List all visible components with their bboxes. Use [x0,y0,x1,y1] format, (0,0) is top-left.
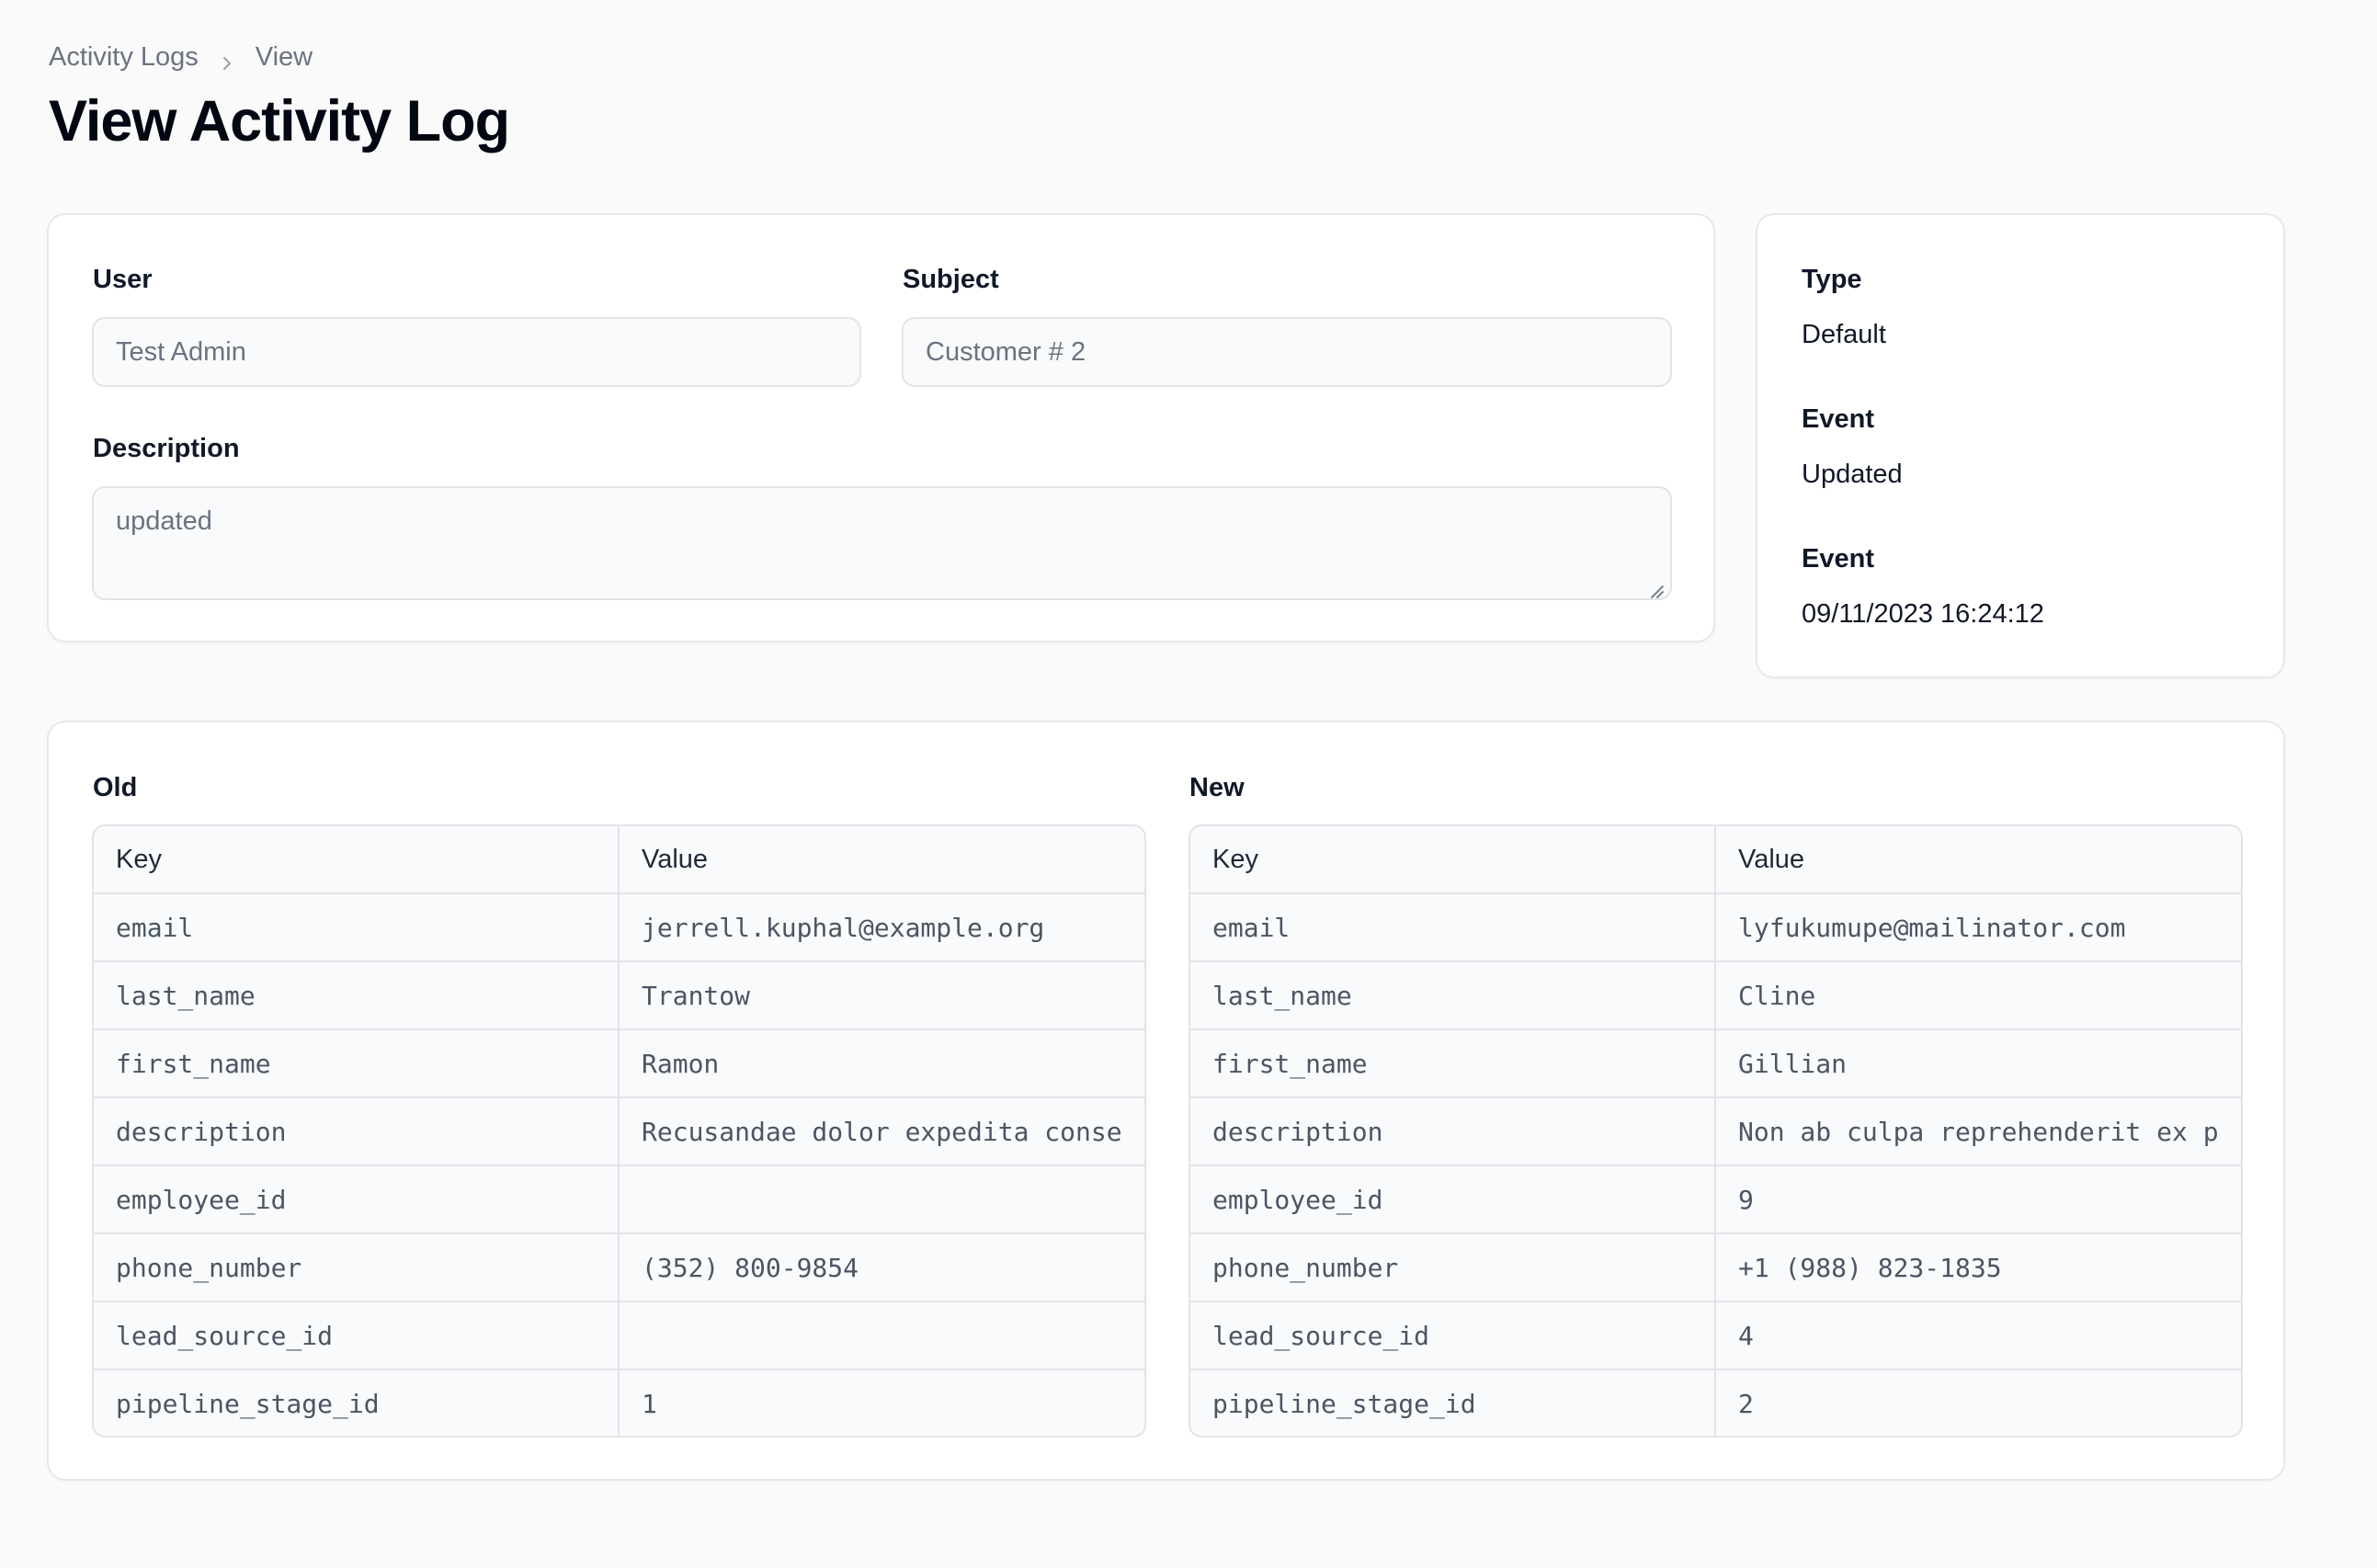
row-value [620,1166,1144,1233]
row-key: phone_number [94,1234,620,1301]
table-row: description Recusandae dolor expedita con… [94,1096,1144,1165]
row-key: pipeline_stage_id [94,1370,620,1436]
description-textarea[interactable]: updated [92,486,1672,600]
activity-details-card: Type Default Event Updated Event 09/11/2… [1756,213,2285,678]
old-values-label: Old [93,773,138,802]
description-label: Description [93,434,240,463]
table-header-row: Key Value [1190,826,2241,892]
row-key: employee_id [94,1166,620,1233]
table-row: description Non ab culpa reprehenderit ex… [1190,1096,2241,1165]
row-value: Non ab culpa reprehenderit ex p [1738,1116,2219,1147]
activity-main-card: User Test Admin Subject Customer # 2 Des… [47,213,1715,642]
row-value: 4 [1738,1320,1754,1351]
new-values-table: Key Value email lyfukumupe@mailinator.com… [1188,824,2243,1437]
row-key: email [1190,894,1716,960]
value-column-header: Value [642,844,709,874]
type-value: Default [1802,320,1886,349]
key-column-header: Key [1190,826,1716,892]
event-label: Event [1802,404,1874,434]
table-row: last_name Trantow [94,960,1144,1028]
table-row: phone_number +1 (988) 823-1835 [1190,1233,2241,1301]
table-row: phone_number (352) 800-9854 [94,1233,1144,1301]
value-column-header: Value [1738,844,1805,874]
row-key: last_name [94,962,620,1028]
chevron-right-icon [219,49,235,71]
breadcrumb: Activity Logs View [49,40,313,74]
row-key: first_name [94,1030,620,1096]
table-row: employee_id 9 [1190,1165,2241,1233]
row-value: Recusandae dolor expedita conse [642,1116,1122,1147]
description-value: updated [116,506,212,536]
event-date-value: 09/11/2023 16:24:12 [1802,599,2044,629]
properties-card: Old Key Value email jerrell.kuphal@exampl… [47,721,2285,1481]
table-row: email lyfukumupe@mailinator.com [1190,892,2241,960]
row-value: +1 (988) 823-1835 [1738,1252,2002,1283]
row-key: lead_source_id [94,1302,620,1369]
user-label: User [93,265,153,294]
row-key: phone_number [1190,1234,1716,1301]
activity-log-view-page: Activity Logs View View Activity Log Use… [0,0,2377,1568]
resize-handle-icon[interactable] [1648,576,1665,598]
subject-field[interactable]: Customer # 2 [902,317,1672,387]
event-value: Updated [1802,460,1903,489]
user-field[interactable]: Test Admin [92,317,861,387]
row-value: Cline [1738,980,1816,1011]
table-row: last_name Cline [1190,960,2241,1028]
row-value: Ramon [642,1048,720,1079]
table-row: pipeline_stage_id 1 [94,1369,1144,1436]
table-row: first_name Ramon [94,1028,1144,1096]
row-key: email [94,894,620,960]
table-row: employee_id [94,1165,1144,1233]
breadcrumb-current: View [255,41,313,72]
subject-field-value: Customer # 2 [926,336,1086,367]
table-header-row: Key Value [94,826,1144,892]
row-value: 9 [1738,1184,1754,1215]
type-label: Type [1802,265,1862,294]
user-field-value: Test Admin [116,336,246,367]
table-row: first_name Gillian [1190,1028,2241,1096]
row-key: first_name [1190,1030,1716,1096]
row-key: employee_id [1190,1166,1716,1233]
row-value: lyfukumupe@mailinator.com [1738,912,2126,943]
row-value: Gillian [1738,1048,1848,1079]
table-row: lead_source_id 4 [1190,1301,2241,1369]
event-date-label: Event [1802,544,1874,574]
row-key: description [1190,1098,1716,1165]
row-value: jerrell.kuphal@example.org [642,912,1045,943]
table-row: email jerrell.kuphal@example.org [94,892,1144,960]
row-key: last_name [1190,962,1716,1028]
row-key: description [94,1098,620,1165]
row-value: (352) 800-9854 [642,1252,859,1283]
breadcrumb-activity-logs-link[interactable]: Activity Logs [49,42,199,73]
row-value: 1 [642,1388,657,1419]
old-values-table: Key Value email jerrell.kuphal@example.or… [92,824,1146,1437]
table-row: pipeline_stage_id 2 [1190,1369,2241,1436]
row-value [620,1302,1144,1369]
new-values-label: New [1189,773,1245,802]
subject-label: Subject [903,265,999,294]
row-value: Trantow [642,980,751,1011]
page-title: View Activity Log [49,89,510,153]
row-key: lead_source_id [1190,1302,1716,1369]
row-value: 2 [1738,1388,1754,1419]
key-column-header: Key [94,826,620,892]
table-row: lead_source_id [94,1301,1144,1369]
row-key: pipeline_stage_id [1190,1370,1716,1436]
